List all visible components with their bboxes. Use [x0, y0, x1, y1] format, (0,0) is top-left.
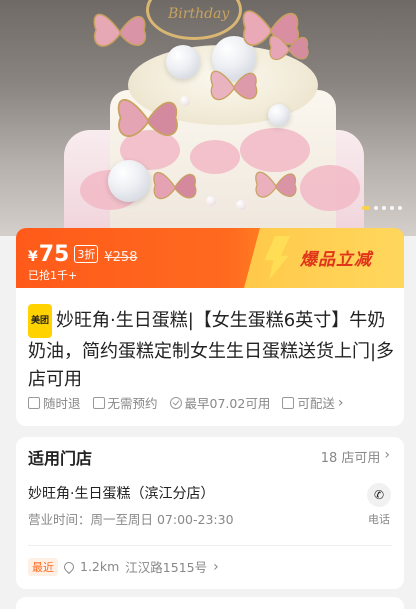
brand-tag: 美团 — [28, 304, 53, 338]
store-card: 适用门店 18 店可用 › 妙旺角·生日蛋糕（滨江分店） 营业时间：周一至周日 … — [16, 437, 404, 589]
store-count: 18 店可用 — [320, 451, 381, 466]
store-distance: 1.2km — [80, 559, 120, 574]
phone-icon: ✆ — [367, 483, 391, 507]
refund-icon — [28, 396, 40, 409]
store-name[interactable]: 妙旺角·生日蛋糕（滨江分店） — [28, 483, 214, 503]
pearl-ball — [268, 104, 290, 126]
calendar-check-icon — [92, 396, 105, 409]
feature-label: 随时退 — [43, 396, 81, 411]
chevron-right-icon: › — [213, 558, 219, 575]
pearl — [206, 196, 216, 206]
carousel-dot[interactable] — [390, 206, 394, 210]
store-section-title: 适用门店 — [28, 449, 93, 468]
promo-label: 爆品立减 — [300, 250, 372, 270]
check-circle-icon — [169, 396, 182, 409]
feature-earliest-date: 最早07.02可用 — [169, 393, 271, 412]
delivery-icon — [282, 396, 295, 409]
store-hours: 营业时间：周一至周日 07:00-23:30 — [28, 512, 234, 527]
carousel-dot[interactable] — [398, 206, 402, 210]
pink-cream — [300, 165, 360, 211]
butterfly-decoration — [93, 13, 147, 47]
carousel-indicator — [362, 206, 402, 210]
price-row: ¥ 75 3折 ¥258 — [28, 242, 137, 267]
store-count-link[interactable]: 18 店可用 › — [321, 447, 390, 466]
butterfly-decoration — [210, 70, 258, 101]
feature-label: 可配送 — [297, 396, 335, 411]
product-title-block: 美团 妙旺角·生日蛋糕|【女生蛋糕6英寸】牛奶奶油，简约蛋糕定制女生生日蛋糕送货上… — [28, 304, 396, 394]
divider — [28, 545, 392, 546]
butterfly-decoration — [117, 99, 178, 137]
next-section-card — [16, 597, 404, 609]
butterfly-decoration — [255, 171, 297, 198]
pearl-ball — [166, 45, 200, 79]
current-price: 75 — [38, 242, 70, 267]
topper-text: Birthday — [168, 6, 230, 22]
feature-label: 无需预约 — [107, 396, 158, 411]
butterfly-decoration — [269, 35, 309, 61]
product-image-carousel[interactable]: Birthday — [0, 0, 416, 236]
phone-button[interactable]: ✆ 电话 — [366, 483, 392, 527]
chevron-right-icon: › — [337, 394, 344, 411]
feature-refund: 随时退 — [28, 393, 81, 412]
store-address: 江汉路1515号 — [125, 560, 208, 575]
carousel-dot[interactable] — [362, 206, 370, 210]
chevron-right-icon: › — [384, 447, 390, 463]
location-pin-icon — [61, 559, 77, 574]
pearl — [236, 200, 246, 210]
feature-label: 最早07.02可用 — [184, 396, 271, 411]
original-price: ¥258 — [104, 250, 138, 265]
sold-count: 已抢1千+ — [28, 269, 78, 282]
discount-badge: 3折 — [74, 245, 99, 263]
store-location-row[interactable]: 最近 1.2km 江汉路1515号 › — [28, 557, 219, 576]
carousel-dot[interactable] — [374, 206, 378, 210]
carousel-dot[interactable] — [382, 206, 386, 210]
feature-delivery: 可配送 › — [282, 393, 343, 412]
currency-symbol: ¥ — [28, 249, 38, 265]
nearest-badge: 最近 — [28, 557, 58, 576]
phone-label: 电话 — [368, 513, 390, 526]
price-banner: ¥ 75 3折 ¥258 已抢1千+ 爆品立减 — [16, 228, 404, 288]
feature-no-booking: 无需预约 — [92, 393, 158, 412]
product-card: ¥ 75 3折 ¥258 已抢1千+ 爆品立减 美团 妙旺角·生日蛋糕|【女生蛋糕… — [16, 228, 404, 426]
product-title: 妙旺角·生日蛋糕|【女生蛋糕6英寸】牛奶奶油，简约蛋糕定制女生生日蛋糕送货上门|… — [28, 310, 395, 390]
pearl-ball — [108, 160, 150, 202]
feature-row[interactable]: 随时退 无需预约 最早07.02可用 可配送 › — [28, 393, 343, 412]
butterfly-decoration — [153, 172, 197, 200]
